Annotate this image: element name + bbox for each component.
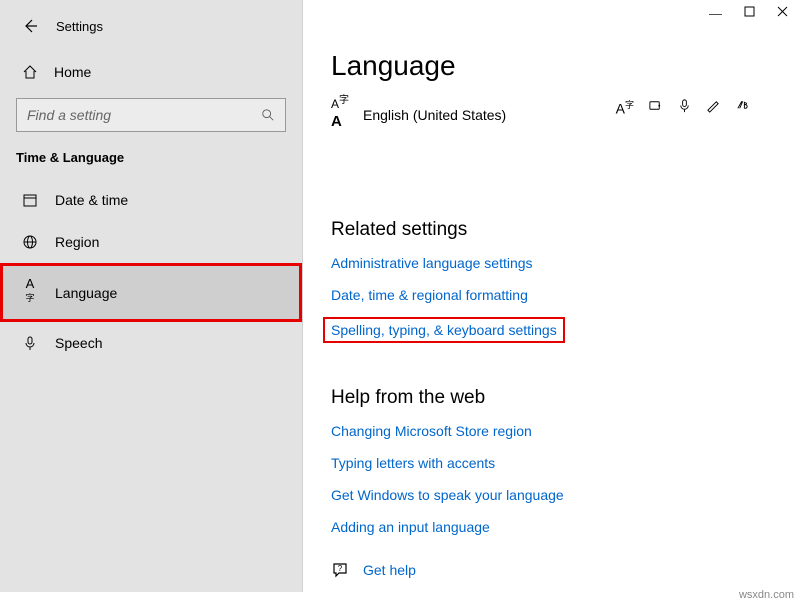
microphone-icon (22, 335, 38, 351)
handwriting-icon[interactable] (706, 98, 721, 117)
link-admin-language[interactable]: Administrative language settings (331, 255, 772, 271)
home-icon (22, 64, 38, 80)
search-input[interactable]: Find a setting (16, 98, 286, 132)
sidebar-item-label: Region (55, 234, 99, 250)
chat-icon: ? (331, 561, 349, 579)
sidebar: Settings Home Find a setting Time & Lang… (0, 0, 303, 592)
get-help-row[interactable]: ? Get help (331, 561, 772, 579)
svg-text:?: ? (338, 564, 343, 573)
page-title: Language (331, 50, 772, 82)
related-settings-heading: Related settings (331, 219, 772, 241)
link-add-input-lang[interactable]: Adding an input language (331, 519, 772, 535)
sidebar-item-region[interactable]: Region (0, 221, 302, 263)
sidebar-home[interactable]: Home (0, 56, 302, 88)
get-help-link[interactable]: Get help (363, 562, 416, 578)
text-to-speech-icon[interactable] (648, 98, 663, 117)
link-spelling-typing[interactable]: Spelling, typing, & keyboard settings (325, 319, 563, 341)
app-title: Settings (56, 19, 103, 34)
link-speak-language[interactable]: Get Windows to speak your language (331, 487, 772, 503)
calendar-icon (22, 192, 38, 208)
back-icon[interactable] (22, 18, 38, 34)
link-date-time-format[interactable]: Date, time & regional formatting (331, 287, 772, 303)
main-content: — Language A字A English (United States) A… (303, 0, 800, 592)
search-placeholder: Find a setting (27, 107, 111, 123)
sidebar-item-speech[interactable]: Speech (0, 322, 302, 364)
current-language: English (United States) (363, 107, 506, 123)
sidebar-item-language[interactable]: A字 Language (0, 263, 302, 322)
display-lang-icon[interactable]: A字 (616, 98, 634, 117)
basic-typing-icon[interactable] (735, 98, 750, 117)
sidebar-item-label: Speech (55, 335, 102, 351)
home-label: Home (54, 64, 91, 80)
sidebar-item-label: Date & time (55, 192, 128, 208)
search-icon (261, 108, 275, 122)
language-feature-icons: A字 (616, 98, 750, 117)
minimize-icon[interactable]: — (709, 6, 722, 21)
language-glyph-icon: A字A (331, 100, 349, 129)
sidebar-category: Time & Language (0, 150, 302, 179)
maximize-icon[interactable] (744, 6, 755, 21)
link-accents[interactable]: Typing letters with accents (331, 455, 772, 471)
sidebar-item-label: Language (55, 285, 117, 301)
link-store-region[interactable]: Changing Microsoft Store region (331, 423, 772, 439)
globe-icon (22, 234, 38, 250)
sidebar-item-date-time[interactable]: Date & time (0, 179, 302, 221)
close-icon[interactable] (777, 6, 788, 21)
speech-recog-icon[interactable] (677, 98, 692, 117)
help-web-heading: Help from the web (331, 387, 772, 409)
language-icon: A字 (22, 276, 38, 309)
watermark: wsxdn.com (739, 589, 794, 601)
